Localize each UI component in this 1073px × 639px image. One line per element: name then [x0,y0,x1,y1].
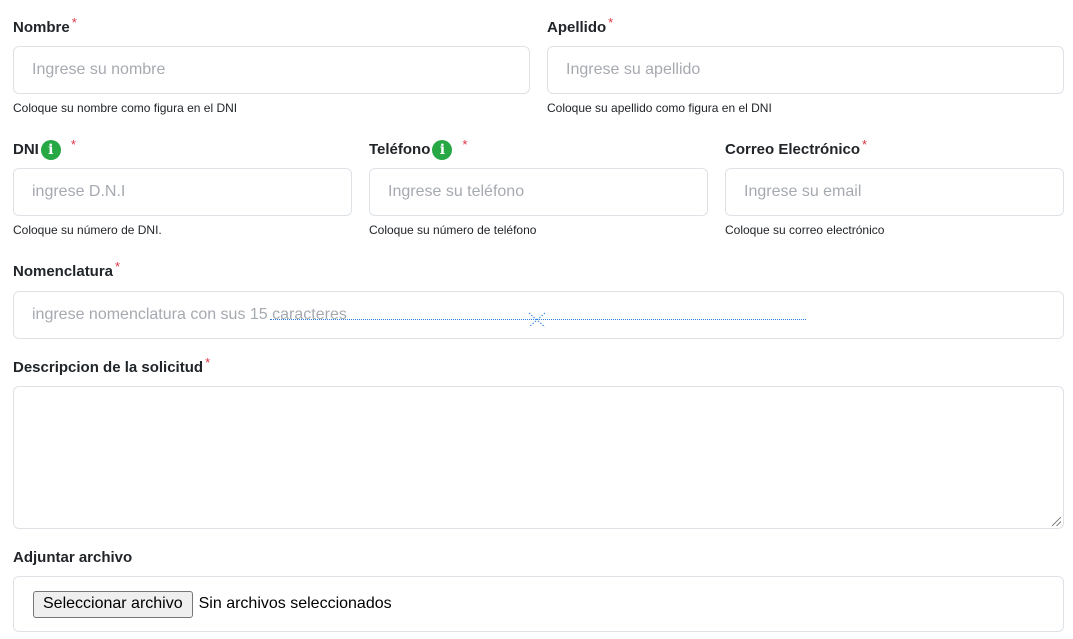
apellido-label-text: Apellido [547,19,607,36]
dni-label: DNI i * [13,137,76,161]
dni-help: Coloque su número de DNI. [13,223,162,237]
nombre-label: Nombre * [13,15,77,36]
info-icon[interactable]: i [40,140,61,160]
apellido-input[interactable] [547,46,1064,94]
correo-label-text: Correo Electrónico [725,141,861,158]
file-status: Sin archivos seleccionados [198,595,392,612]
correo-input[interactable] [725,168,1064,216]
telefono-label-text: Teléfono [369,141,431,158]
adjunto-label: Adjuntar archivo [13,549,132,566]
required-asterisk: * [70,137,76,152]
telefono-label: Teléfono i * [369,137,467,161]
dni-input[interactable] [13,168,352,216]
required-asterisk: * [862,137,868,152]
cursor-cross-icon [528,312,546,328]
descripcion-label: Descripcion de la solicitud * [13,355,210,376]
nombre-help: Coloque su nombre como figura en el DNI [13,101,238,115]
nomenclatura-label: Nomenclatura * [13,259,120,280]
select-file-button[interactable]: Seleccionar archivo [33,590,193,618]
required-asterisk: * [608,15,614,30]
resize-handle-icon[interactable] [1052,517,1061,526]
required-asterisk: * [205,355,211,370]
descripcion-label-text: Descripcion de la solicitud [13,359,204,376]
apellido-help: Coloque su apellido como figura en el DN… [547,101,772,115]
descripcion-textarea[interactable] [13,386,1064,529]
apellido-label: Apellido * [547,15,613,36]
required-asterisk: * [71,15,77,30]
correo-label: Correo Electrónico * [725,137,867,158]
descripcion-wrapper [13,386,1064,529]
dni-label-text: DNI [13,141,39,158]
telefono-help: Coloque su número de teléfono [369,223,537,237]
required-asterisk: * [115,259,121,274]
nomenclatura-label-text: Nomenclatura [13,263,114,280]
file-input[interactable]: Seleccionar archivo Sin archivos selecci… [13,576,1064,632]
telefono-input[interactable] [369,168,708,216]
adjunto-label-text: Adjuntar archivo [13,549,133,566]
nombre-input[interactable] [13,46,530,94]
info-icon[interactable]: i [432,140,453,160]
nombre-label-text: Nombre [13,19,70,36]
required-asterisk: * [462,137,468,152]
correo-help: Coloque su correo electrónico [725,223,885,237]
